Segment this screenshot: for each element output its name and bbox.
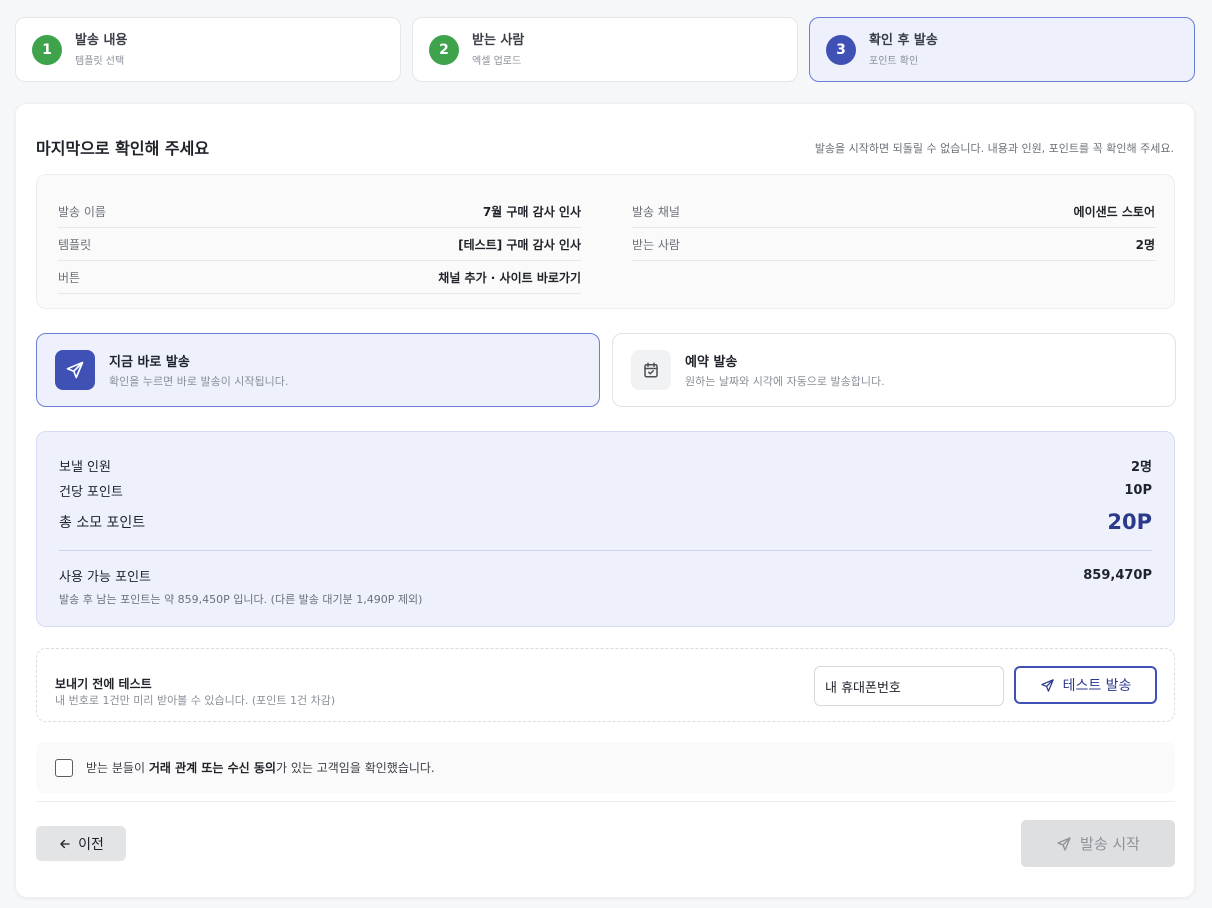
- total-points-label: 총 소모 포인트: [59, 515, 146, 531]
- per-point-label: 건당 포인트: [59, 485, 123, 500]
- summary-row: 템플릿 [테스트] 구매 감사 인사: [58, 228, 581, 261]
- summary-key: 발송 채널: [632, 204, 680, 219]
- calendar-check-icon: [631, 350, 671, 390]
- summary-value: [테스트] 구매 감사 인사: [458, 237, 581, 252]
- send-icon: [55, 350, 95, 390]
- step-subtitle: 템플릿 선택: [75, 55, 125, 67]
- step-title: 받는 사람: [472, 32, 525, 48]
- step-3[interactable]: 3 확인 후 발송 포인트 확인: [809, 17, 1195, 82]
- step-number: 3: [826, 34, 856, 65]
- summary-value: 2명: [1135, 237, 1155, 252]
- consent-checkbox[interactable]: [55, 758, 73, 777]
- option-title: 지금 바로 발송: [109, 355, 190, 370]
- confirm-card: 마지막으로 확인해 주세요 발송을 시작하면 되돌릴 수 없습니다. 내용과 인…: [15, 103, 1195, 898]
- consent-suffix: 가 있는 고객임을 확인했습니다.: [275, 761, 435, 775]
- summary-row: 발송 채널 에이샌드 스토어: [632, 195, 1155, 228]
- prev-button[interactable]: 이전: [36, 826, 126, 861]
- send-icon: [1057, 836, 1071, 851]
- arrow-left-icon: [60, 839, 70, 848]
- summary-value: 7월 구매 감사 인사: [482, 204, 581, 219]
- test-desc: 내 번호로 1건만 미리 받아볼 수 있습니다. (포인트 1건 차감): [55, 694, 336, 707]
- stepper: 1 발송 내용 템플릿 선택 2 받는 사람 엑셀 업로드 3 확인 후 발송 …: [15, 17, 1195, 82]
- points-panel: 보낼 인원 2명 건당 포인트 10P 총 소모 포인트 20P 사용 가능 포…: [36, 431, 1175, 627]
- page-title: 마지막으로 확인해 주세요: [36, 139, 210, 158]
- divider: [59, 550, 1152, 551]
- option-title: 예약 발송: [685, 355, 738, 370]
- consent-text: 받는 분들이 거래 관계 또는 수신 동의가 있는 고객임을 확인했습니다.: [86, 759, 435, 776]
- summary-key: 받는 사람: [632, 237, 680, 252]
- start-send-label: 발송 시작: [1080, 835, 1140, 853]
- step-subtitle: 포인트 확인: [869, 55, 919, 67]
- total-points-value: 20P: [1107, 510, 1152, 534]
- step-number: 2: [429, 34, 459, 65]
- option-desc: 확인을 누르면 바로 발송이 시작됩니다.: [109, 375, 289, 388]
- summary-left-column: 발송 이름 7월 구매 감사 인사 템플릿 [테스트] 구매 감사 인사 버튼 …: [58, 195, 581, 294]
- summary-key: 버튼: [58, 270, 81, 285]
- prev-label: 이전: [78, 836, 104, 853]
- send-icon: [1040, 678, 1054, 692]
- summary-key: 템플릿: [58, 237, 92, 252]
- send-now-option[interactable]: 지금 바로 발송 확인을 누르면 바로 발송이 시작됩니다.: [36, 333, 600, 407]
- test-send-button[interactable]: 테스트 발송: [1014, 666, 1157, 704]
- option-desc: 원하는 날짜와 시각에 자동으로 발송합니다.: [685, 375, 885, 388]
- consent-prefix: 받는 분들이: [86, 761, 149, 775]
- available-points-label: 사용 가능 포인트: [59, 570, 151, 585]
- divider: [36, 801, 1175, 802]
- step-2[interactable]: 2 받는 사람 엑셀 업로드: [412, 17, 798, 82]
- available-points-row: 사용 가능 포인트 859,470P: [59, 566, 1152, 585]
- phone-input[interactable]: [814, 666, 1004, 706]
- test-title: 보내기 전에 테스트: [55, 677, 152, 691]
- step-title: 확인 후 발송: [869, 32, 938, 48]
- step-title: 발송 내용: [75, 32, 128, 48]
- test-send-section: 보내기 전에 테스트 내 번호로 1건만 미리 받아볼 수 있습니다. (포인트…: [36, 648, 1175, 722]
- consent-bold: 거래 관계 또는 수신 동의: [148, 761, 276, 775]
- recipients-row: 보낼 인원 2명: [59, 456, 1152, 475]
- page-subtitle: 발송을 시작하면 되돌릴 수 없습니다. 내용과 인원, 포인트를 꼭 확인해 …: [814, 142, 1174, 155]
- consent-row[interactable]: 받는 분들이 거래 관계 또는 수신 동의가 있는 고객임을 확인했습니다.: [36, 742, 1175, 793]
- schedule-option[interactable]: 예약 발송 원하는 날짜와 시각에 자동으로 발송합니다.: [612, 333, 1176, 407]
- summary-row: 버튼 채널 추가 · 사이트 바로가기: [58, 261, 581, 294]
- summary-value: 채널 추가 · 사이트 바로가기: [438, 270, 581, 285]
- summary-row: 받는 사람 2명: [632, 228, 1155, 261]
- start-send-button[interactable]: 발송 시작: [1021, 820, 1175, 867]
- per-point-row: 건당 포인트 10P: [59, 481, 1152, 500]
- step-number: 1: [32, 34, 62, 65]
- remaining-points-note: 발송 후 남는 포인트는 약 859,450P 입니다. (다른 발송 대기분 …: [59, 593, 423, 606]
- recipients-value: 2명: [1130, 460, 1152, 475]
- send-summary: 발송 이름 7월 구매 감사 인사 템플릿 [테스트] 구매 감사 인사 버튼 …: [36, 174, 1175, 309]
- summary-row: 발송 이름 7월 구매 감사 인사: [58, 195, 581, 228]
- test-send-label: 테스트 발송: [1062, 678, 1132, 694]
- summary-key: 발송 이름: [58, 204, 106, 219]
- recipients-label: 보낼 인원: [59, 460, 111, 475]
- summary-right-column: 발송 채널 에이샌드 스토어 받는 사람 2명: [632, 195, 1155, 261]
- summary-value: 에이샌드 스토어: [1073, 204, 1155, 219]
- total-points-row: 총 소모 포인트 20P: [59, 510, 1152, 534]
- available-points-value: 859,470P: [1083, 568, 1152, 583]
- per-point-value: 10P: [1124, 483, 1152, 498]
- step-subtitle: 엑셀 업로드: [472, 55, 522, 67]
- step-1[interactable]: 1 발송 내용 템플릿 선택: [15, 17, 401, 82]
